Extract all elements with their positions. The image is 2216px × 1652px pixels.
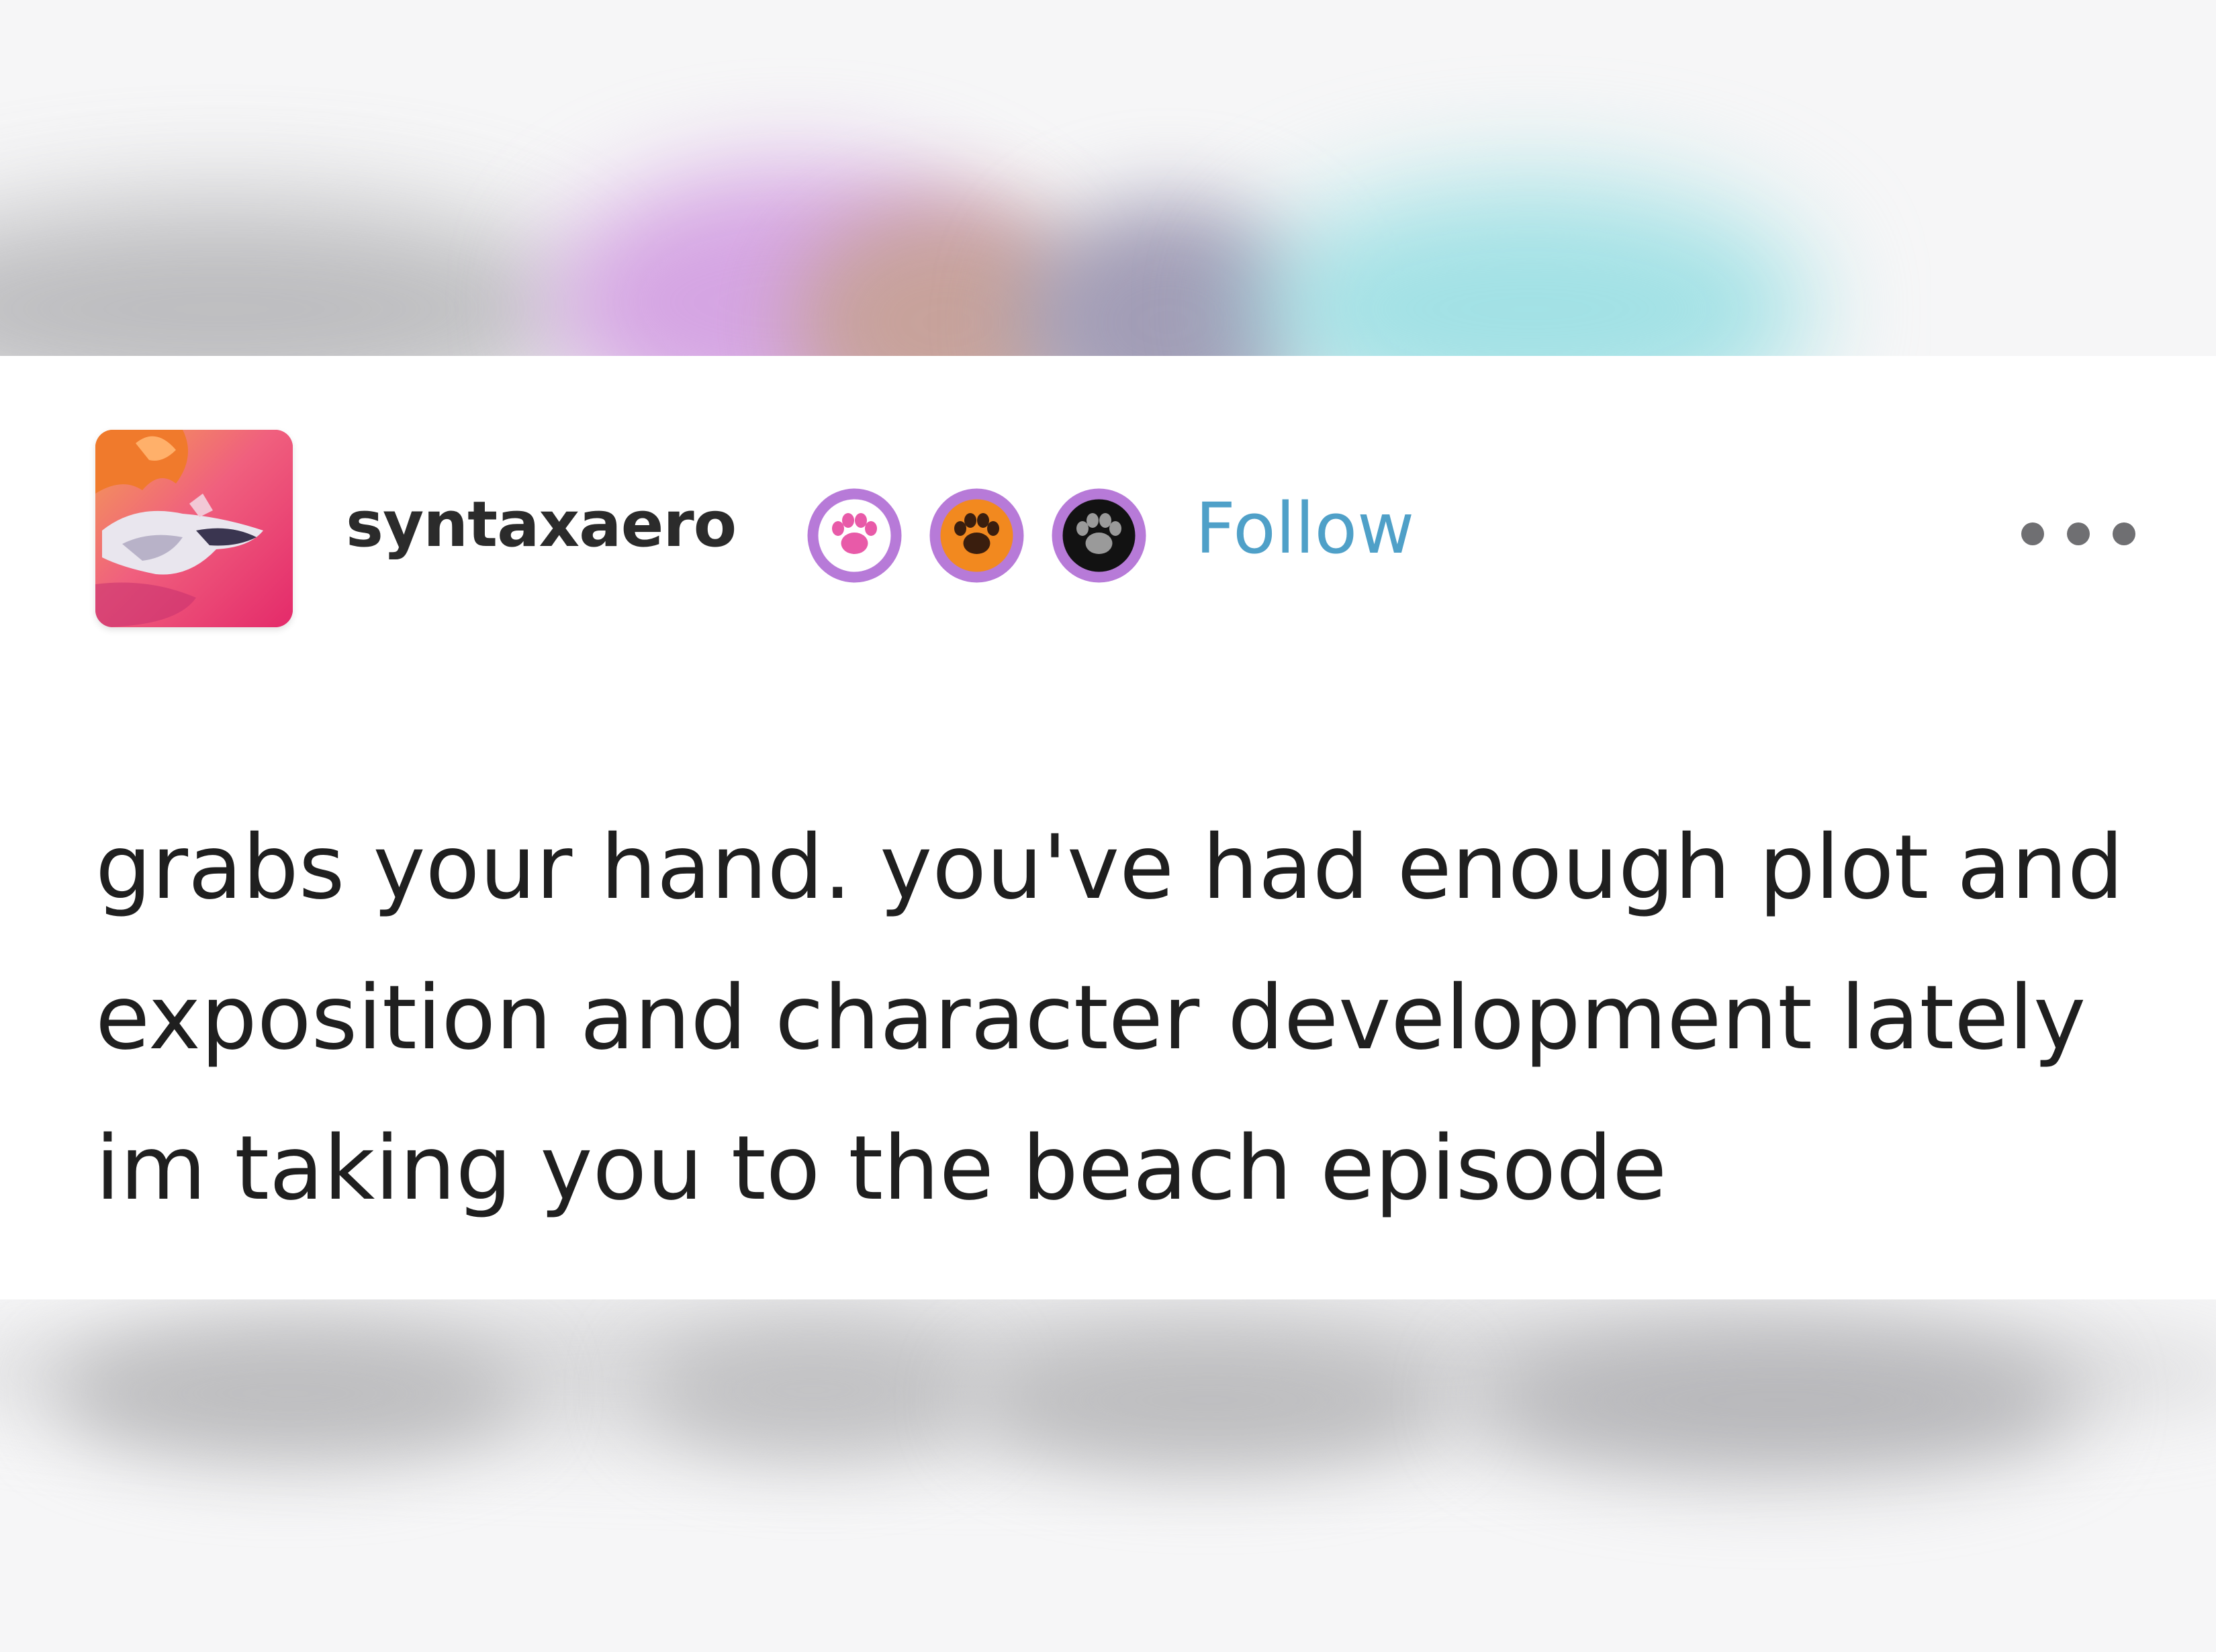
username[interactable]: syntaxaero <box>346 494 737 557</box>
paw-badge-orange-icon[interactable] <box>928 487 1025 584</box>
post-text-line: exposition and character development lat… <box>95 966 2086 1070</box>
avatar[interactable] <box>95 430 293 627</box>
blurred-previous-post <box>0 0 2216 356</box>
post-body: grabs your hand. you've had enough plot … <box>95 792 2150 1244</box>
post-card: syntaxaero Follow grabs your hand. you'v… <box>0 356 2216 1299</box>
paw-badge-pink-icon[interactable] <box>806 487 903 584</box>
paw-badge-black-icon[interactable] <box>1050 487 1148 584</box>
post-text-line: grabs your hand. you've had enough plot … <box>95 816 2124 919</box>
more-options-icon[interactable] <box>2021 520 2135 547</box>
post-text-line: im taking you to the beach episode <box>95 1117 1667 1220</box>
blurred-next-content <box>0 1299 2216 1652</box>
follow-button[interactable]: Follow <box>1195 494 1414 563</box>
